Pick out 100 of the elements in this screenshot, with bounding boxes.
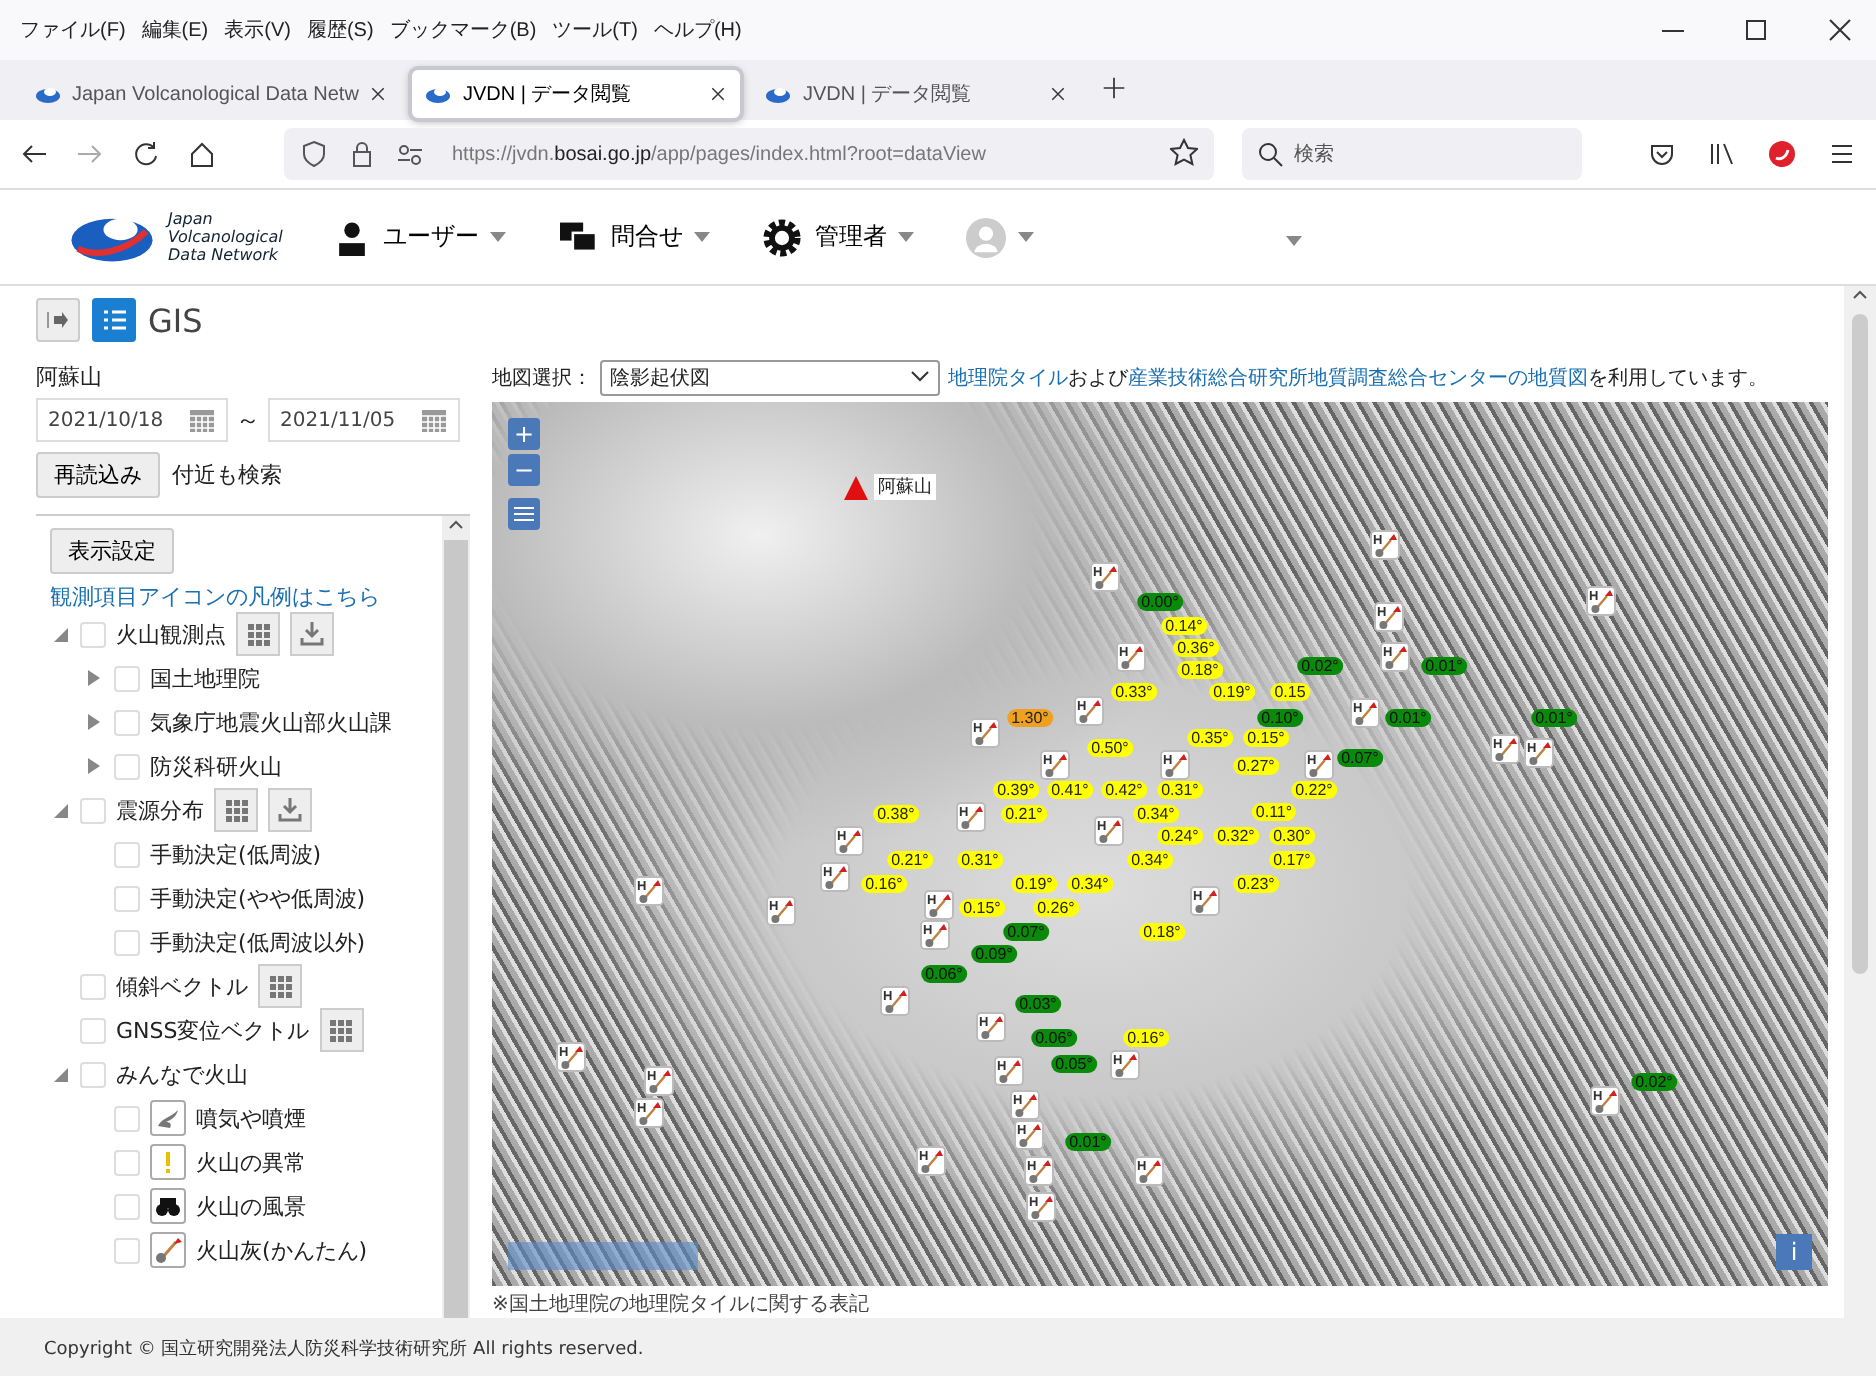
expand-triangle-icon[interactable] bbox=[88, 670, 100, 686]
checkbox[interactable] bbox=[114, 753, 140, 779]
date-field[interactable]: 2021/10/18 bbox=[36, 398, 228, 442]
map-select-label: 地図選択： bbox=[492, 365, 592, 392]
scrollbar[interactable] bbox=[442, 516, 470, 1318]
download-button[interactable] bbox=[268, 788, 312, 832]
info-button[interactable]: i bbox=[1776, 1234, 1812, 1270]
shovel-icon bbox=[150, 1232, 186, 1268]
zoom-out-button[interactable]: − bbox=[508, 453, 540, 486]
avatar-icon bbox=[966, 217, 1007, 257]
browser-tab[interactable]: JVDN | データ閲覧 bbox=[750, 68, 1083, 120]
browser-tab[interactable]: Japan Volcanological Data Netw bbox=[20, 68, 403, 120]
reload-icon bbox=[132, 140, 160, 168]
forward-arrow-icon bbox=[76, 140, 104, 168]
header-menu[interactable] bbox=[966, 217, 1035, 257]
calendar-icon bbox=[420, 406, 448, 434]
menu-item[interactable]: ツール(T) bbox=[552, 16, 638, 44]
grid-button[interactable] bbox=[258, 964, 302, 1008]
volcano-name: 阿蘇山 bbox=[36, 362, 104, 392]
zoom-in-button[interactable]: + bbox=[508, 417, 540, 450]
reload-button[interactable]: 再読込み bbox=[36, 452, 160, 498]
display-settings-button[interactable]: 表示設定 bbox=[50, 528, 174, 574]
menu-item[interactable]: ヘルプ(H) bbox=[653, 16, 742, 44]
menu-item[interactable]: ブックマーク(B) bbox=[389, 16, 537, 44]
checkbox[interactable] bbox=[114, 885, 140, 911]
lock-icon bbox=[348, 140, 376, 168]
layer-label: 火山観測点 bbox=[116, 619, 226, 649]
credit-link[interactable]: 地理院タイル bbox=[948, 367, 1068, 390]
grid-button[interactable] bbox=[236, 612, 280, 656]
checkbox[interactable] bbox=[114, 1105, 140, 1131]
checkbox[interactable] bbox=[114, 665, 140, 691]
page-scrollbar[interactable] bbox=[1844, 286, 1876, 1318]
credit-text: および bbox=[1068, 367, 1128, 390]
panel-toggle-button[interactable] bbox=[36, 298, 80, 342]
checkbox[interactable] bbox=[114, 709, 140, 735]
checkbox[interactable] bbox=[114, 1149, 140, 1175]
smoke-plume-icon bbox=[150, 1100, 186, 1136]
collapse-triangle-icon[interactable] bbox=[53, 627, 67, 641]
close-icon bbox=[1048, 84, 1069, 104]
list-view-button[interactable] bbox=[92, 298, 136, 342]
exclamation-icon bbox=[150, 1144, 186, 1180]
layer-label: GNSS変位ベクトル bbox=[116, 1015, 310, 1045]
caret-icon bbox=[1018, 232, 1035, 242]
search-icon bbox=[1256, 140, 1284, 168]
checkbox[interactable] bbox=[80, 1017, 106, 1043]
hillshade-map-placeholder[interactable] bbox=[492, 401, 1828, 1286]
map-type-select[interactable]: 陰影起伏図 bbox=[600, 359, 940, 396]
layer-label: 手動決定(低周波) bbox=[150, 839, 322, 869]
star-icon bbox=[1170, 137, 1198, 165]
maximize-icon bbox=[1744, 18, 1768, 42]
address-bar[interactable]: https://jvdn.bosai.go.jp/app/pages/index.html?root=dataView bbox=[284, 128, 1214, 180]
list-icon bbox=[100, 306, 128, 334]
checkbox[interactable] bbox=[80, 1061, 106, 1087]
menu-item[interactable]: 履歴(S) bbox=[306, 16, 374, 44]
layers-menu-icon[interactable] bbox=[508, 497, 540, 530]
logo-text: Japan Volcanological Data Network bbox=[168, 210, 283, 264]
layer-label: 手動決定(低周波以外) bbox=[150, 927, 366, 957]
menu-item[interactable]: ファイル(F) bbox=[20, 16, 126, 44]
search-field[interactable]: 検索 bbox=[1242, 128, 1582, 180]
menu-item[interactable]: 編集(E) bbox=[141, 16, 209, 44]
header-menu[interactable]: ユーザー bbox=[334, 219, 507, 255]
layer-label: 手動決定(やや低周波) bbox=[150, 883, 366, 913]
panel-title: GIS bbox=[148, 301, 203, 339]
settings-icon bbox=[762, 217, 803, 257]
scroll-up-icon bbox=[446, 516, 466, 532]
checkbox[interactable] bbox=[80, 797, 106, 823]
checkbox[interactable] bbox=[114, 1237, 140, 1263]
expand-triangle-icon[interactable] bbox=[88, 758, 100, 774]
legend-link[interactable]: 観測項目アイコンの凡例はこちら bbox=[50, 584, 380, 610]
header-menu[interactable]: 管理者 bbox=[762, 217, 915, 257]
download-icon bbox=[278, 798, 302, 822]
grid-button[interactable] bbox=[319, 1008, 364, 1052]
credit-link[interactable]: 産業技術総合研究所地質調査総合センターの地質図 bbox=[1128, 367, 1588, 390]
checkbox[interactable] bbox=[80, 973, 106, 999]
layer-label: 傾斜ベクトル bbox=[116, 971, 248, 1001]
collapse-triangle-icon[interactable] bbox=[53, 803, 67, 817]
date-field[interactable]: 2021/11/05 bbox=[268, 398, 460, 442]
menu-item[interactable]: 表示(V) bbox=[224, 16, 291, 44]
checkbox[interactable] bbox=[114, 929, 140, 955]
grid-icon bbox=[225, 799, 247, 821]
caret-icon bbox=[490, 232, 507, 242]
layer-label: 噴気や噴煙 bbox=[196, 1103, 306, 1133]
permissions-icon bbox=[396, 140, 424, 168]
copyright-text: Copyright © 国立研究開発法人防災科学技術研究所 All rights reserved. bbox=[44, 1337, 644, 1361]
user-icon bbox=[334, 219, 371, 255]
header-menu[interactable]: 問合せ bbox=[558, 219, 711, 255]
credit-text: を利用しています。 bbox=[1588, 367, 1768, 390]
layer-label: 火山の風景 bbox=[196, 1191, 306, 1221]
chat-icon bbox=[558, 219, 599, 255]
expand-triangle-icon[interactable] bbox=[88, 714, 100, 730]
chevron-down-icon bbox=[910, 370, 930, 385]
grid-button[interactable] bbox=[214, 788, 258, 832]
browser-tab[interactable]: JVDN | データ閲覧 bbox=[410, 68, 743, 120]
collapse-triangle-icon[interactable] bbox=[53, 1067, 67, 1081]
checkbox[interactable] bbox=[80, 621, 106, 647]
minimize-icon bbox=[1662, 29, 1684, 31]
pocket-icon bbox=[1648, 140, 1676, 168]
checkbox[interactable] bbox=[114, 841, 140, 867]
checkbox[interactable] bbox=[114, 1193, 140, 1219]
download-button[interactable] bbox=[290, 612, 334, 656]
